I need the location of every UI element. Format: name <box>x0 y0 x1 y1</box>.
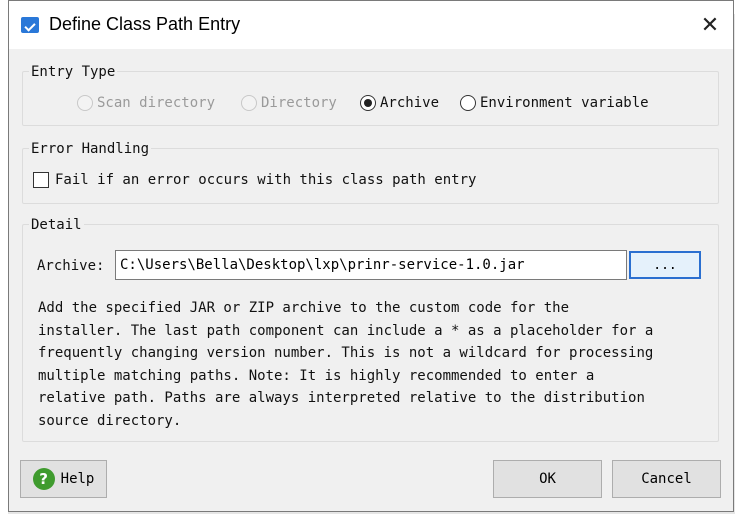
archive-description: Add the specified JAR or ZIP archive to … <box>38 300 654 429</box>
radio-environment-variable-circle[interactable] <box>460 95 476 111</box>
dialog-app-icon <box>21 17 39 33</box>
radio-directory-circle[interactable] <box>241 95 257 111</box>
error-handling-legend: Error Handling <box>29 141 152 157</box>
help-button[interactable]: ? Help <box>20 460 107 498</box>
cancel-button[interactable]: Cancel <box>612 460 721 498</box>
radio-archive-circle[interactable] <box>360 95 376 111</box>
radio-scan-directory-circle[interactable] <box>77 95 93 111</box>
help-button-label: Help <box>60 471 95 487</box>
title-bar: Define Class Path Entry ✕ <box>9 1 733 49</box>
radio-environment-variable[interactable]: Environment variable <box>460 95 649 111</box>
ok-button[interactable]: OK <box>493 460 602 498</box>
background-window-left <box>0 0 8 514</box>
close-icon[interactable]: ✕ <box>687 1 733 49</box>
fail-on-error-box[interactable] <box>33 172 49 188</box>
fail-on-error-checkbox[interactable]: Fail if an error occurs with this class … <box>33 172 476 188</box>
radio-directory[interactable]: Directory <box>241 95 337 111</box>
help-icon: ? <box>32 468 55 490</box>
dialog-title: Define Class Path Entry <box>49 14 241 34</box>
radio-directory-label: Directory <box>261 95 337 111</box>
cancel-button-label: Cancel <box>641 471 692 487</box>
browse-button[interactable]: ... <box>629 251 701 279</box>
archive-label: Archive: <box>37 258 105 274</box>
radio-scan-directory[interactable]: Scan directory <box>77 95 215 111</box>
radio-environment-variable-label: Environment variable <box>480 95 649 111</box>
radio-scan-directory-label: Scan directory <box>97 95 216 111</box>
radio-archive[interactable]: Archive <box>360 95 439 111</box>
ok-button-label: OK <box>539 471 556 487</box>
entry-type-legend: Entry Type <box>29 64 118 80</box>
archive-path-input[interactable]: C:\Users\Bella\Desktop\lxp\prinr-service… <box>115 250 627 280</box>
detail-legend: Detail <box>29 217 84 233</box>
radio-archive-label: Archive <box>380 95 440 111</box>
define-class-path-dialog: Define Class Path Entry ✕ Entry Type Sca… <box>8 0 734 512</box>
fail-on-error-label: Fail if an error occurs with this class … <box>55 172 477 188</box>
